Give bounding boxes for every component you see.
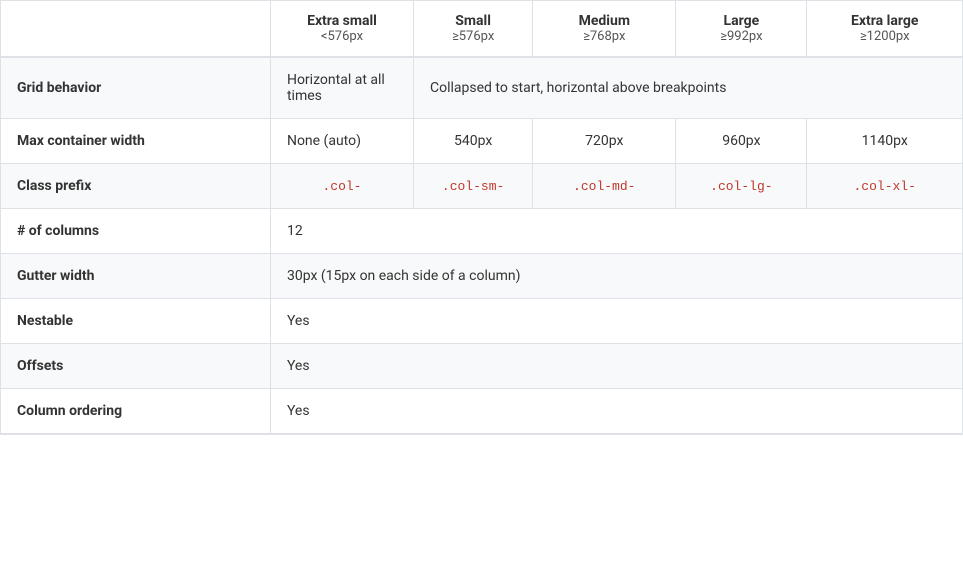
row-code-cell: .col-sm- [414,164,533,209]
row-label: Max container width [1,119,270,164]
row-cell: 1140px [807,119,962,164]
table-row: Class prefix.col-.col-sm-.col-md-.col-lg… [1,164,962,209]
row-cell: 960px [676,119,807,164]
table-row: Grid behaviorHorizontal at all timesColl… [1,57,962,119]
row-label: Gutter width [1,254,270,299]
header-small: Small ≥576px [414,1,533,57]
header-extra-large: Extra large ≥1200px [807,1,962,57]
header-empty [1,1,270,57]
table-row: NestableYes [1,299,962,344]
row-cell-span: Collapsed to start, horizontal above bre… [414,57,962,119]
header-large: Large ≥992px [676,1,807,57]
row-code-cell: .col-xl- [807,164,962,209]
row-cell-all: 30px (15px on each side of a column) [270,254,962,299]
row-cell: 720px [533,119,676,164]
row-cell: None (auto) [270,119,413,164]
row-label: Grid behavior [1,57,270,119]
table-row: OffsetsYes [1,344,962,389]
row-cell: 540px [414,119,533,164]
row-cell: Horizontal at all times [270,57,413,119]
header-medium: Medium ≥768px [533,1,676,57]
row-cell-all: Yes [270,299,962,344]
row-label: Column ordering [1,389,270,434]
header-extra-small: Extra small <576px [270,1,413,57]
row-label: Offsets [1,344,270,389]
table-row: Max container widthNone (auto)540px720px… [1,119,962,164]
grid-table: Extra small <576px Small ≥576px Medium ≥… [0,0,963,435]
row-cell-all: Yes [270,389,962,434]
row-label: Class prefix [1,164,270,209]
row-label: Nestable [1,299,270,344]
row-cell-all: 12 [270,209,962,254]
row-cell-all: Yes [270,344,962,389]
row-label: # of columns [1,209,270,254]
row-code-cell: .col-md- [533,164,676,209]
table-row: Column orderingYes [1,389,962,434]
table-row: # of columns12 [1,209,962,254]
table-row: Gutter width30px (15px on each side of a… [1,254,962,299]
row-code-cell: .col- [270,164,413,209]
row-code-cell: .col-lg- [676,164,807,209]
